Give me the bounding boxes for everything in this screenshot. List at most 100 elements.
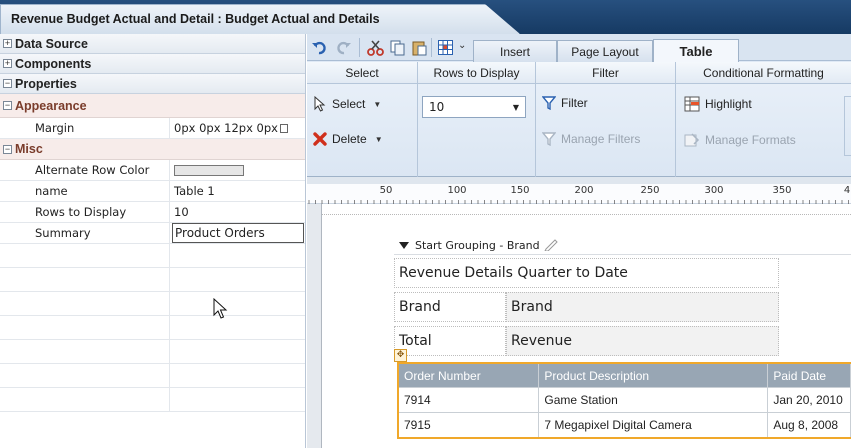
table-cell: 7914: [399, 388, 540, 412]
total-label-cell[interactable]: Total: [394, 326, 506, 356]
grouping-header[interactable]: Start Grouping - Brand: [394, 236, 851, 255]
group-conditional-formatting: Highlight Manage Formats: [676, 84, 851, 177]
group-label: Appearance: [15, 98, 87, 113]
property-value[interactable]: [170, 160, 305, 180]
table-cell: Jan 20, 2010: [768, 388, 851, 412]
property-row-margin[interactable]: Margin 0px 0px 12px 0px: [0, 118, 305, 139]
color-swatch[interactable]: [174, 164, 244, 176]
toolbar-separator: [431, 38, 432, 57]
paste-icon[interactable]: [411, 39, 428, 56]
next-group-edge: [844, 96, 851, 156]
property-value[interactable]: [170, 223, 305, 243]
tab-table[interactable]: Table: [653, 39, 739, 62]
property-row-alternate-row-color[interactable]: Alternate Row Color: [0, 160, 305, 181]
property-value[interactable]: 10: [170, 202, 305, 222]
table-insert-icon[interactable]: [437, 39, 454, 56]
move-handle-icon[interactable]: ✥: [394, 349, 407, 362]
property-value[interactable]: 0px 0px 12px 0px: [170, 118, 305, 138]
highlight-icon: [684, 96, 700, 112]
tab-insert[interactable]: Insert: [473, 40, 557, 62]
column-header[interactable]: Order Number: [399, 364, 540, 387]
grouping-label: Start Grouping - Brand: [415, 238, 540, 252]
column-header[interactable]: Product Description: [539, 364, 769, 387]
filter-label: Filter: [561, 96, 588, 110]
mouse-cursor-icon: [213, 298, 228, 319]
table-cell: Aug 8, 2008: [768, 413, 851, 437]
table-cell: 7915: [399, 413, 540, 437]
expand-icon[interactable]: +: [3, 59, 12, 68]
empty-row: [0, 364, 305, 388]
document-tab[interactable]: Revenue Budget Actual and Detail : Budge…: [0, 4, 520, 34]
group-filter: Filter Manage Filters: [536, 84, 676, 177]
brand-value-cell[interactable]: Brand: [506, 292, 779, 322]
property-row-summary[interactable]: Summary: [0, 223, 305, 244]
property-key: name: [0, 181, 170, 201]
empty-row: [0, 316, 305, 340]
ruler-label: 4: [843, 185, 851, 196]
property-row-name[interactable]: name Table 1: [0, 181, 305, 202]
group-appearance[interactable]: − Appearance: [0, 94, 305, 118]
document-page: Start Grouping - Brand Revenue Details Q…: [322, 204, 851, 448]
empty-row: [0, 244, 305, 268]
margin-guide: [322, 214, 851, 215]
brand-label-cell[interactable]: Brand: [394, 292, 506, 322]
ellipsis-icon[interactable]: [279, 123, 288, 133]
funnel-icon: [542, 96, 556, 110]
properties-panel: + Data Source + Components − Properties …: [0, 34, 306, 448]
chevron-down-icon[interactable]: ⌄: [458, 40, 466, 51]
ribbon: ⌄ Insert Page Layout Table Select Select…: [307, 34, 851, 177]
margin-value: 0px 0px 12px 0px: [174, 121, 278, 135]
table-header: Order Number Product Description Paid Da…: [399, 364, 851, 387]
empty-row: [0, 268, 305, 292]
copy-icon[interactable]: [389, 39, 406, 56]
manage-filters-button[interactable]: Manage Filters: [542, 132, 640, 146]
property-key: Summary: [0, 223, 170, 243]
table-cell: Game Station: [539, 388, 769, 412]
section-properties[interactable]: − Properties: [0, 74, 305, 94]
ruler-label: 350: [772, 185, 792, 196]
group-rows: 10 ▼: [418, 84, 536, 177]
tab-page-layout[interactable]: Page Layout: [557, 40, 653, 62]
group-header-select: Select: [307, 62, 418, 84]
product-orders-table[interactable]: Order Number Product Description Paid Da…: [397, 362, 851, 439]
highlight-button[interactable]: Highlight: [684, 96, 752, 112]
section-components[interactable]: + Components: [0, 54, 305, 74]
manage-formats-button[interactable]: Manage Formats: [684, 132, 796, 148]
group-header-rows: Rows to Display: [418, 62, 536, 84]
summary-input[interactable]: [172, 223, 304, 243]
collapse-icon[interactable]: −: [3, 101, 12, 110]
delete-x-icon: [313, 132, 327, 146]
pencil-icon[interactable]: [544, 239, 560, 251]
property-key: Margin: [0, 118, 170, 138]
empty-row: [0, 340, 305, 364]
filter-button[interactable]: Filter: [542, 96, 588, 110]
group-header-filter: Filter: [536, 62, 676, 84]
manage-formats-icon: [684, 133, 700, 147]
total-value-cell[interactable]: Revenue: [506, 326, 779, 356]
cut-icon[interactable]: [367, 39, 384, 56]
delete-button[interactable]: Delete ▼: [313, 132, 383, 146]
table-row[interactable]: 7915 7 Megapixel Digital Camera Aug 8, 2…: [399, 412, 851, 437]
collapse-triangle-icon[interactable]: [399, 241, 409, 249]
property-value[interactable]: Table 1: [170, 181, 305, 201]
table-row[interactable]: 7914 Game Station Jan 20, 2010: [399, 387, 851, 412]
collapse-icon[interactable]: −: [3, 79, 12, 88]
undo-icon[interactable]: [311, 39, 328, 56]
group-select: Select ▼ Delete ▼: [307, 84, 418, 177]
redo-icon[interactable]: [335, 39, 352, 56]
title-bar: Revenue Budget Actual and Detail : Budge…: [0, 0, 851, 34]
property-row-rows-to-display[interactable]: Rows to Display 10: [0, 202, 305, 223]
collapse-icon[interactable]: −: [3, 144, 12, 154]
empty-row: [0, 292, 305, 316]
expand-icon[interactable]: +: [3, 39, 12, 48]
document-title: Revenue Budget Actual and Detail : Budge…: [11, 12, 380, 26]
group-label: Misc: [15, 142, 43, 156]
select-button[interactable]: Select ▼: [313, 96, 381, 112]
group-misc[interactable]: − Misc: [0, 139, 305, 160]
section-data-source[interactable]: + Data Source: [0, 34, 305, 54]
summary-title-cell[interactable]: Revenue Details Quarter to Date: [394, 258, 779, 288]
rows-to-display-select[interactable]: 10 ▼: [422, 96, 526, 118]
manage-filters-label: Manage Filters: [561, 132, 641, 146]
ruler-label: 250: [640, 185, 660, 196]
column-header[interactable]: Paid Date: [768, 364, 851, 387]
